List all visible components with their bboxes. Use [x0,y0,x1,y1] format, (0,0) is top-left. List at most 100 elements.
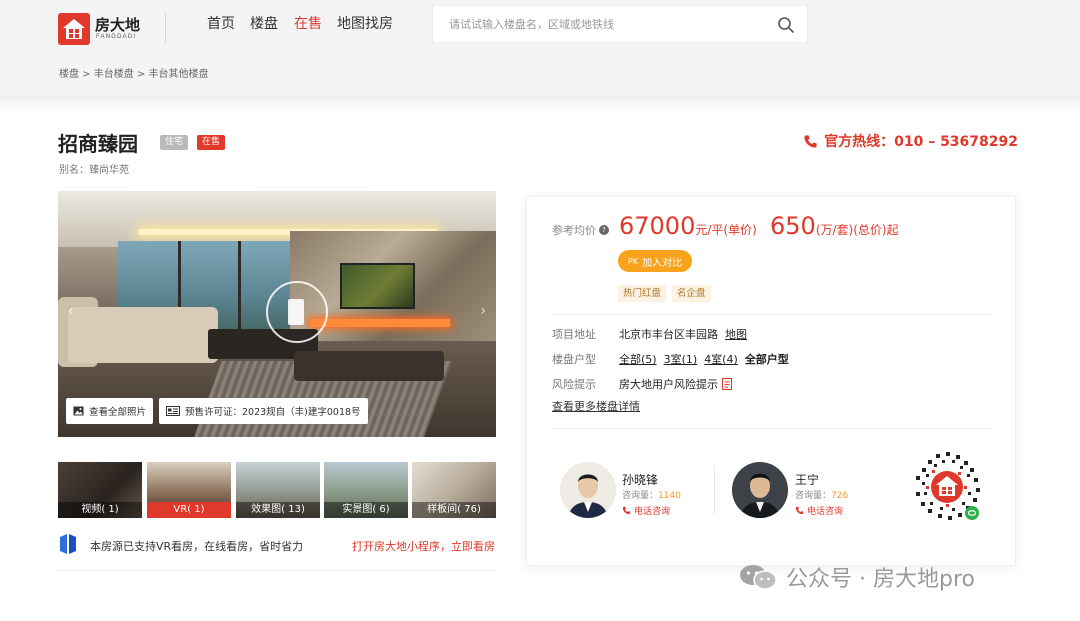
photo-tv [340,263,415,309]
presale-license-button[interactable]: 预售许可证：2023规自（丰)建字0018号 [159,398,368,424]
card-divider [552,314,992,315]
phone-consult-button[interactable]: 电话咨询 [795,504,843,517]
layout-label: 楼盘户型 [552,353,596,366]
nav-on-sale[interactable]: 在售 [294,14,322,34]
thumb-video[interactable]: 视频( 1) [58,462,142,518]
watermark: 公众号 · 房大地pro [738,561,975,593]
divider [58,570,496,571]
logo-subtext: FANGDADI [96,34,137,40]
presale-license-text: 预售许可证：2023规自（丰)建字0018号 [185,407,361,418]
thumb-real-photo[interactable]: 实景图( 6) [324,462,408,518]
header-shadow [0,96,1080,110]
hotline-text: 官方热线：010 – 53678292 [824,134,1018,150]
thumb-real-photo-label: 实景图( 6) [324,502,408,518]
thumb-vr-label: VR( 1) [147,502,231,518]
photo-fireplace [310,319,450,327]
hot-tag: 热门红盘 [618,285,667,302]
search-placeholder: 请试试输入楼盘名，区域或地铁线 [449,18,614,31]
nav-home[interactable]: 首页 [207,14,235,34]
layout-4-room[interactable]: 4室(4) [704,353,738,366]
thumb-sample-room-label: 样板间( 76) [412,502,496,518]
sale-status-badge: 在售 [197,135,226,150]
layout-all[interactable]: 全部(5) [619,353,657,366]
phone-consult-label: 电话咨询 [807,507,844,517]
project-alias: 别名：臻尚华苑 [59,165,129,176]
nav-map-search[interactable]: 地图找房 [337,14,393,34]
thumb-video-label: 视频( 1) [58,502,142,518]
agent-consult-count: 咨询量：726 [795,488,848,501]
all-layouts-link[interactable]: 全部户型 [745,353,789,366]
total-price-value: 650 [770,212,816,240]
address-text: 北京市丰台区丰园路 [619,328,718,341]
unit-price-suffix: 元/平(单价) [695,223,757,237]
site-logo[interactable]: 房大地 FANGDADI [58,13,146,45]
prev-arrow-icon[interactable]: ‹ [68,303,74,319]
avatar[interactable] [732,462,788,518]
nav-divider [165,13,166,43]
agent-consult-label: 咨询量： [795,491,832,501]
compare-icon: PK [628,256,639,266]
thumb-sample-room[interactable]: 样板间( 76) [412,462,496,518]
add-compare-label: 加入对比 [642,257,683,269]
agent-name: 孙晓锋 [622,473,659,487]
phone-consult-label: 电话咨询 [634,507,671,517]
document-icon [721,378,732,390]
address-label: 项目地址 [552,328,596,341]
avg-price-label-text: 参考均价 [552,224,596,237]
phone-icon [804,134,817,148]
next-arrow-icon[interactable]: › [480,303,486,319]
breadcrumb[interactable]: 楼盘 > 丰台楼盘 > 丰台其他楼盘 [59,65,208,80]
phone-consult-button[interactable]: 电话咨询 [622,504,670,517]
total-price: 650(万/套)(总价)起 [770,212,899,240]
add-compare-button[interactable]: PK 加入对比 [618,250,693,272]
hotline[interactable]: 官方热线：010 – 53678292 [803,131,1018,151]
layout-3-room[interactable]: 3室(1) [664,353,698,366]
vr-notice-text: 本房源已支持VR看房，在线看房，省时省力 [90,540,304,553]
map-link[interactable]: 地图 [725,328,747,341]
phone-icon [795,506,804,515]
more-details-link[interactable]: 查看更多楼盘详情 [552,398,640,414]
layout-values: 全部(5) 3室(1) 4室(4) 全部户型 [619,351,789,367]
photo-sofa [68,307,218,363]
risk-value[interactable]: 房大地用户风险提示 [619,376,733,392]
agent-divider [714,466,715,514]
agent-consult-count: 咨询量：1140 [622,488,681,501]
help-icon[interactable]: ? [599,225,609,235]
property-type-badge: 住宅 [160,135,189,150]
project-title: 招商臻园 [58,132,138,156]
card-divider [552,428,992,429]
thumb-rendering-label: 效果图( 13) [236,502,320,518]
open-mini-program-link[interactable]: 打开房大地小程序，立即看房 [352,538,495,554]
logo-house-icon [58,13,90,45]
unit-price-value: 67000 [619,212,696,240]
photo-bench [294,351,444,381]
address-value: 北京市丰台区丰园路 地图 [619,326,747,342]
watermark-text: 公众号 · 房大地pro [786,567,975,592]
search-input[interactable]: 请试试输入楼盘名，区域或地铁线 [432,5,808,43]
thumb-vr[interactable]: VR( 1) [147,462,231,518]
thumb-rendering[interactable]: 效果图( 13) [236,462,320,518]
agent-name: 王宁 [795,473,820,487]
unit-price: 67000元/平(单价) [619,212,757,240]
nav-projects[interactable]: 楼盘 [250,14,278,34]
risk-label: 风险提示 [552,378,596,391]
mini-program-qr-code[interactable] [906,446,988,528]
avatar[interactable] [560,462,616,518]
risk-text: 房大地用户风险提示 [619,378,718,391]
search-icon[interactable] [777,16,795,34]
avg-price-label: 参考均价 ? [552,222,609,238]
vr-center-icon [288,299,304,325]
agent-consult-value: 726 [831,491,849,501]
agent-consult-value: 1140 [658,491,681,501]
wechat-icon [740,565,777,590]
view-all-photos-label: 查看全部照片 [89,407,147,418]
logo-text: 房大地 [95,16,141,34]
image-icon [73,406,84,416]
phone-icon [622,506,631,515]
view-all-photos-button[interactable]: 查看全部照片 [66,398,154,424]
total-price-suffix: (万/套)(总价)起 [815,223,899,237]
agent-consult-label: 咨询量： [622,491,659,501]
license-icon [166,406,180,416]
brand-developer-tag: 名企盘 [672,285,711,302]
vr-brand-icon [60,534,76,554]
